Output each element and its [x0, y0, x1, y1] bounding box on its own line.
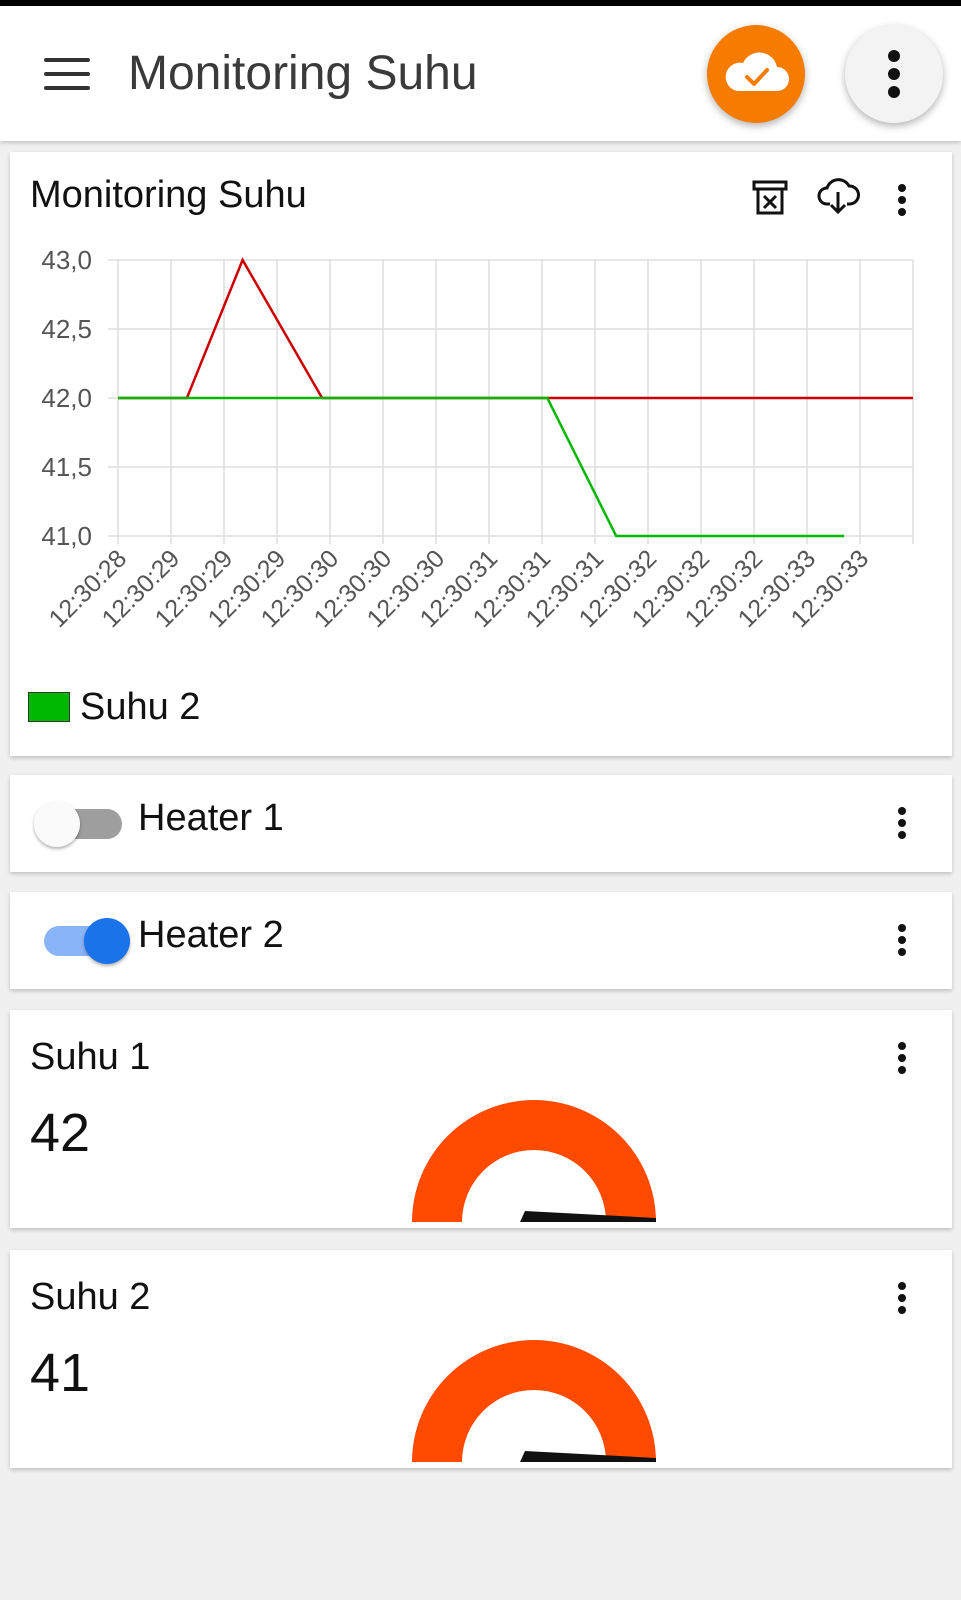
app-bar: Monitoring Suhu: [0, 6, 961, 141]
legend-swatch-suhu-2[interactable]: [28, 692, 70, 722]
suhu-1-menu-icon[interactable]: [890, 1038, 914, 1078]
suhu-2-menu-icon[interactable]: [890, 1278, 914, 1318]
y-tick-label: 42,0: [41, 383, 92, 413]
suhu-1-title: Suhu 1: [30, 1036, 151, 1078]
cloud-sync-button[interactable]: [707, 25, 805, 123]
heater-2-label: Heater 2: [138, 914, 284, 956]
suhu-1-gauge-card: Suhu 1 42: [10, 1010, 952, 1228]
y-tick-label: 41,5: [41, 452, 92, 482]
heater-1-menu-icon[interactable]: [890, 803, 914, 843]
cloud-check-icon: [725, 52, 789, 91]
heater-2-menu-icon[interactable]: [890, 920, 914, 960]
overflow-menu-button[interactable]: [845, 25, 943, 123]
y-tick-label: 43,0: [41, 245, 92, 275]
suhu-1-value: 42: [30, 1103, 91, 1163]
hamburger-menu-icon[interactable]: [44, 58, 92, 92]
heater-2-card: Heater 2: [10, 892, 952, 989]
suhu-2-gauge-card: Suhu 2 41: [10, 1250, 952, 1468]
app-title: Monitoring Suhu: [128, 47, 478, 100]
suhu-2-value: 41: [30, 1343, 91, 1403]
heater-1-card: Heater 1: [10, 775, 952, 872]
heater-1-label: Heater 1: [138, 797, 284, 839]
suhu-2-gauge: [412, 1340, 656, 1462]
temperature-line-chart: 43,042,542,041,541,012:30:2812:30:2912:3…: [41, 245, 914, 633]
suhu-1-gauge: [412, 1100, 656, 1222]
heater-2-toggle[interactable]: [34, 914, 130, 968]
heater-1-toggle[interactable]: [34, 797, 130, 851]
y-tick-label: 41,0: [41, 521, 92, 551]
chart-card: Monitoring Suhu 43,0 42,5 42,0 41,5 41,0 12:3…: [10, 152, 952, 756]
y-tick-label: 42,5: [41, 314, 92, 344]
more-vert-icon: [888, 50, 900, 98]
legend-label-suhu-2[interactable]: Suhu 2: [80, 686, 200, 729]
suhu-2-title: Suhu 2: [30, 1276, 151, 1318]
